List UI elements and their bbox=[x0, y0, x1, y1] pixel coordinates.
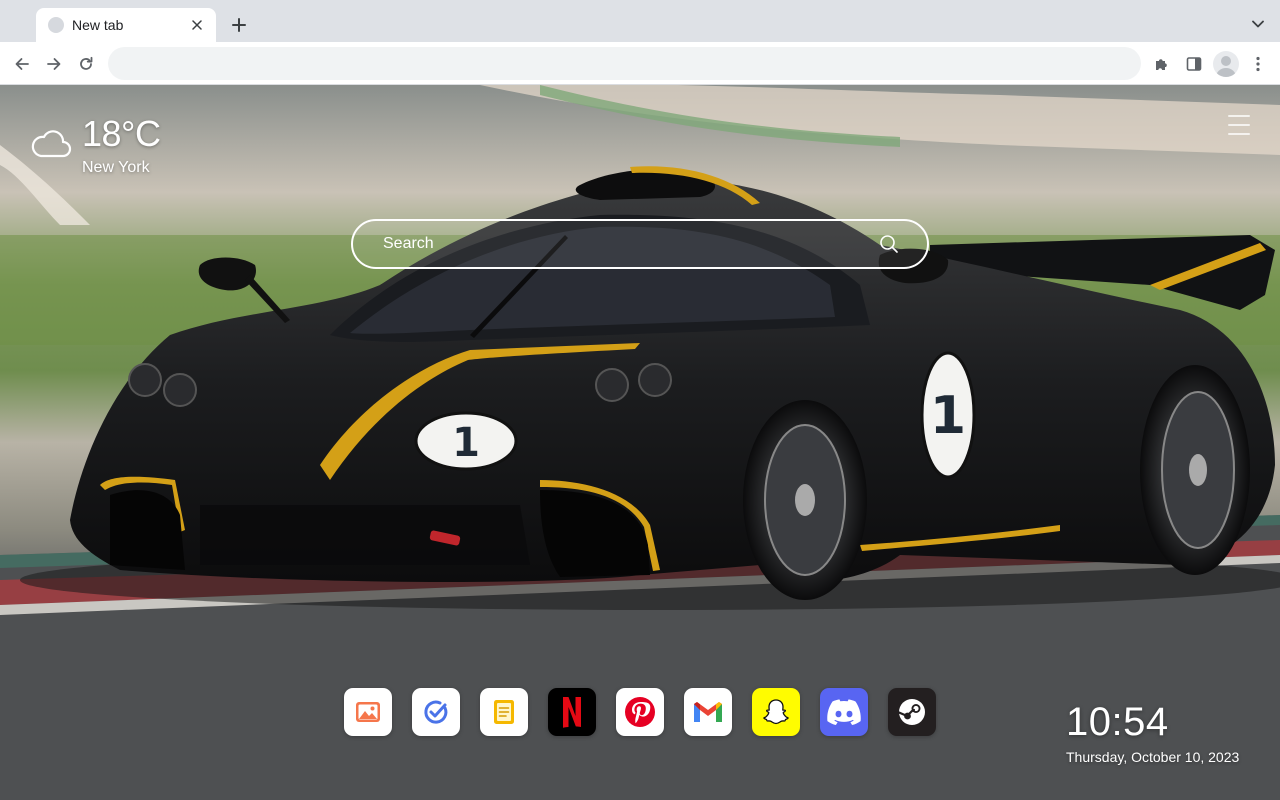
discord-icon bbox=[827, 699, 861, 725]
back-button[interactable] bbox=[8, 50, 36, 78]
app-netflix[interactable] bbox=[548, 688, 596, 736]
extensions-button[interactable] bbox=[1148, 50, 1176, 78]
tab-strip: New tab bbox=[0, 0, 1280, 42]
search-input[interactable] bbox=[383, 221, 863, 267]
more-menu-button[interactable] bbox=[1244, 50, 1272, 78]
puzzle-icon bbox=[1156, 59, 1167, 70]
steam-icon bbox=[897, 699, 925, 725]
hamburger-menu-bar bbox=[1228, 133, 1250, 135]
snapchat-icon bbox=[763, 699, 789, 725]
app-dock bbox=[344, 688, 936, 736]
weather-temperature: 18°C bbox=[82, 113, 161, 154]
new-tab-button[interactable] bbox=[226, 12, 252, 38]
arrow-right-icon bbox=[47, 58, 61, 70]
tab-title: New tab bbox=[72, 17, 124, 33]
avatar-icon bbox=[1216, 56, 1236, 77]
tab-close-button[interactable] bbox=[188, 16, 206, 34]
app-tasks[interactable] bbox=[412, 688, 460, 736]
app-pinterest[interactable] bbox=[616, 688, 664, 736]
reload-icon bbox=[80, 56, 93, 70]
photos-icon bbox=[356, 702, 380, 722]
plus-icon bbox=[232, 18, 246, 32]
hamburger-menu-bar bbox=[1228, 124, 1250, 126]
app-photos[interactable] bbox=[344, 688, 392, 736]
app-steam[interactable] bbox=[888, 688, 936, 736]
app-discord[interactable] bbox=[820, 688, 868, 736]
search-box[interactable] bbox=[351, 219, 929, 269]
profile-button[interactable] bbox=[1213, 51, 1239, 77]
side-panel-button[interactable] bbox=[1180, 50, 1208, 78]
app-notes[interactable] bbox=[480, 688, 528, 736]
arrow-left-icon bbox=[15, 58, 29, 70]
forward-button[interactable] bbox=[40, 50, 68, 78]
netflix-icon bbox=[563, 697, 581, 728]
kebab-menu-icon bbox=[1256, 56, 1260, 72]
browser-toolbar bbox=[0, 42, 1280, 85]
notes-icon bbox=[494, 700, 514, 724]
tab-new-tab[interactable]: New tab bbox=[36, 8, 216, 42]
svg-text:1: 1 bbox=[930, 386, 966, 446]
new-tab-page: 1 1 18°C New York Search 10:54 Thursday,… bbox=[0, 85, 1280, 800]
clock-widget: 10:54 Thursday, October 10, 2023 bbox=[1066, 699, 1239, 765]
reload-button[interactable] bbox=[72, 50, 100, 78]
weather-widget[interactable]: 18°C New York bbox=[30, 113, 230, 183]
search-icon[interactable] bbox=[879, 234, 899, 254]
address-bar[interactable] bbox=[108, 47, 1141, 80]
pinterest-icon bbox=[625, 697, 655, 727]
clock-time: 10:54 bbox=[1066, 700, 1169, 744]
svg-text:1: 1 bbox=[452, 420, 480, 466]
close-icon bbox=[192, 20, 202, 30]
gmail-icon bbox=[694, 702, 722, 722]
chevron-down-icon bbox=[1252, 20, 1264, 28]
side-panel-icon bbox=[1186, 57, 1202, 71]
check-circle-icon bbox=[424, 700, 448, 724]
cloud-icon bbox=[31, 130, 72, 158]
app-gmail[interactable] bbox=[684, 688, 732, 736]
clock-date: Thursday, October 10, 2023 bbox=[1066, 749, 1240, 765]
app-snapchat[interactable] bbox=[752, 688, 800, 736]
tab-search-button[interactable] bbox=[1246, 12, 1270, 36]
hamburger-menu-icon bbox=[1228, 115, 1250, 117]
settings-menu-button[interactable] bbox=[1228, 115, 1250, 135]
tab-favicon-icon bbox=[48, 17, 64, 33]
weather-city: New York bbox=[82, 159, 150, 176]
